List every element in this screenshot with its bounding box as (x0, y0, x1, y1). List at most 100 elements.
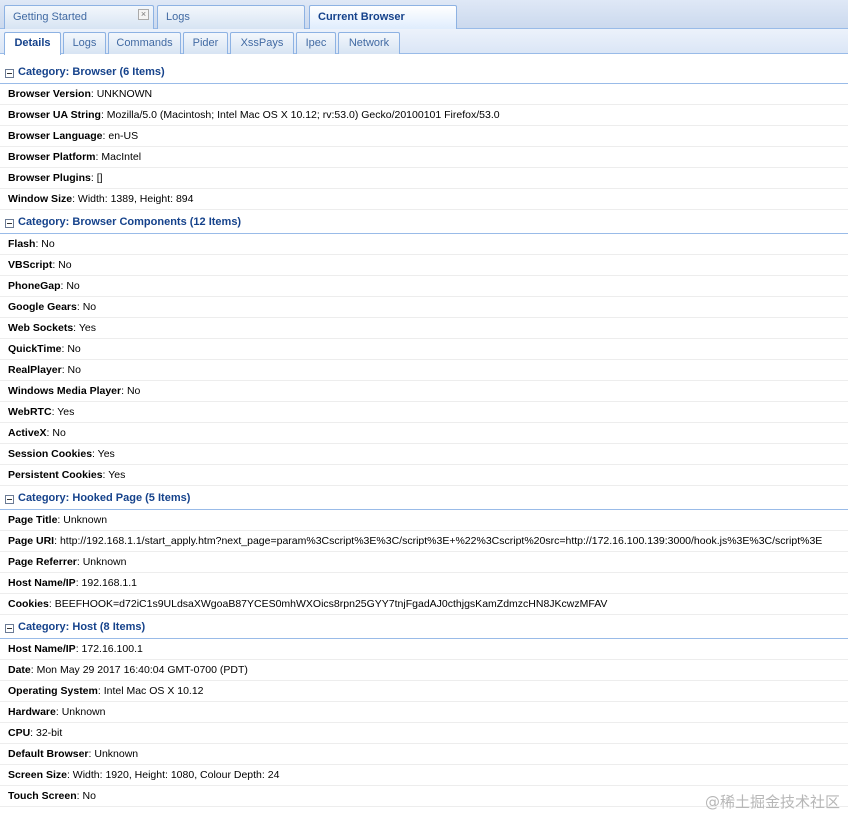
detail-row: ActiveX: No (0, 423, 848, 444)
category-title: Category: Host (8 Items) (18, 621, 146, 633)
detail-value: : 192.168.1.1 (75, 577, 137, 589)
detail-row: Window Size: Width: 1389, Height: 894 (0, 189, 848, 210)
detail-value: : No (61, 343, 81, 355)
detail-value: : Yes (102, 469, 126, 481)
detail-value: : Mon May 29 2017 16:40:04 GMT-0700 (PDT… (30, 664, 248, 676)
detail-key: RealPlayer (8, 364, 62, 376)
detail-key: Flash (8, 238, 36, 250)
top-tab-getting-started[interactable]: Getting Started × (4, 5, 154, 29)
category-header-browser-components[interactable]: Category: Browser Components (12 Items) (0, 212, 848, 234)
top-tab-current-browser[interactable]: Current Browser (309, 5, 457, 30)
detail-value: : Mozilla/5.0 (Macintosh; Intel Mac OS X… (100, 109, 500, 121)
detail-value: : No (52, 259, 72, 271)
collapse-icon[interactable] (5, 495, 14, 504)
detail-value: : Unknown (76, 556, 127, 568)
category-title: Category: Browser Components (12 Items) (18, 216, 242, 228)
collapse-icon[interactable] (5, 624, 14, 633)
tab-xsspays[interactable]: XssPays (230, 32, 294, 54)
details-panel: Category: Browser (6 Items) Browser Vers… (0, 60, 848, 818)
detail-key: Host Name/IP (8, 577, 76, 589)
tab-label: Commands (116, 37, 173, 49)
detail-value: : No (35, 238, 55, 250)
detail-key: Browser Version (8, 88, 91, 100)
category-header-hooked-page[interactable]: Category: Hooked Page (5 Items) (0, 488, 848, 510)
top-tab-bar: Getting Started × Logs Current Browser (0, 0, 848, 30)
detail-key: VBScript (8, 259, 53, 271)
tab-ipec[interactable]: Ipec (296, 32, 336, 54)
detail-key: CPU (8, 727, 31, 739)
detail-row: Host Name/IP: 192.168.1.1 (0, 573, 848, 594)
detail-key: WebRTC (8, 406, 52, 418)
tab-label: Network (348, 37, 390, 49)
detail-row: Page URI: http://192.168.1.1/start_apply… (0, 531, 848, 552)
top-tab-label: Current Browser (318, 11, 405, 23)
detail-key: Web Sockets (8, 322, 74, 334)
category-header-browser[interactable]: Category: Browser (6 Items) (0, 62, 848, 84)
detail-row: Browser Platform: MacIntel (0, 147, 848, 168)
detail-row: Date: Mon May 29 2017 16:40:04 GMT-0700 … (0, 660, 848, 681)
detail-key: Hardware (8, 706, 56, 718)
tab-pider[interactable]: Pider (183, 32, 228, 54)
top-tab-label: Logs (166, 11, 190, 23)
tab-label: Details (14, 37, 51, 49)
detail-key: Operating System (8, 685, 98, 697)
collapse-icon[interactable] (5, 219, 14, 228)
top-tab-label: Getting Started (13, 11, 87, 23)
detail-value: : No (61, 364, 81, 376)
collapse-icon[interactable] (5, 69, 14, 78)
detail-key: QuickTime (8, 343, 62, 355)
detail-key: Browser Language (8, 130, 103, 142)
detail-key: Date (8, 664, 31, 676)
tab-label: XssPays (240, 37, 284, 49)
detail-row: Default Browser: Unknown (0, 744, 848, 765)
detail-row: Flash: No (0, 234, 848, 255)
detail-key: Window Size (8, 193, 73, 205)
tab-commands[interactable]: Commands (108, 32, 181, 54)
detail-row: Browser UA String: Mozilla/5.0 (Macintos… (0, 105, 848, 126)
tab-details[interactable]: Details (4, 32, 61, 55)
detail-row: WebRTC: Yes (0, 402, 848, 423)
detail-row: Hardware: Unknown (0, 702, 848, 723)
detail-row: PhoneGap: No (0, 276, 848, 297)
detail-key: Browser Plugins (8, 172, 91, 184)
detail-key: Screen Size (8, 769, 67, 781)
detail-key: Windows Media Player (8, 385, 122, 397)
detail-value: : No (121, 385, 141, 397)
detail-key: ActiveX (8, 427, 47, 439)
detail-key: Cookies (8, 598, 49, 610)
detail-row: Cookies: BEEFHOOK=d72iC1s9ULdsaXWgoaB87Y… (0, 594, 848, 615)
detail-value: : 172.16.100.1 (75, 643, 143, 655)
tab-logs[interactable]: Logs (63, 32, 106, 54)
tab-network[interactable]: Network (338, 32, 400, 54)
detail-key: Default Browser (8, 748, 89, 760)
detail-value: : UNKNOWN (90, 88, 153, 100)
detail-row: Page Title: Unknown (0, 510, 848, 531)
detail-value: : No (76, 790, 96, 802)
close-icon[interactable]: × (138, 9, 149, 20)
detail-key: Page Title (8, 514, 58, 526)
detail-value: : Yes (92, 448, 115, 460)
detail-row: CPU: 32-bit (0, 723, 848, 744)
detail-key: Persistent Cookies (8, 469, 103, 481)
detail-key: Google Gears (8, 301, 77, 313)
detail-value: : BEEFHOOK=d72iC1s9ULdsaXWgoaB87YCES0mhW… (48, 598, 608, 610)
detail-row: Web Sockets: Yes (0, 318, 848, 339)
tab-label: Ipec (305, 37, 327, 49)
detail-value: : MacIntel (95, 151, 142, 163)
top-tab-logs[interactable]: Logs (157, 5, 305, 29)
sub-tab-bar: Details Logs Commands Pider XssPays Ipec… (0, 29, 848, 55)
detail-value: : Width: 1389, Height: 894 (72, 193, 194, 205)
detail-key: Session Cookies (8, 448, 93, 460)
detail-value: : Unknown (88, 748, 139, 760)
detail-value: : [] (90, 172, 103, 184)
detail-row: Windows Media Player: No (0, 381, 848, 402)
detail-row: Screen Size: Width: 1920, Height: 1080, … (0, 765, 848, 786)
detail-row: Page Referrer: Unknown (0, 552, 848, 573)
detail-row: Browser Plugins: [] (0, 168, 848, 189)
detail-key: Touch Screen (8, 790, 77, 802)
category-header-host[interactable]: Category: Host (8 Items) (0, 617, 848, 639)
detail-key: PhoneGap (8, 280, 61, 292)
detail-key: Browser Platform (8, 151, 96, 163)
detail-value: : 32-bit (30, 727, 63, 739)
detail-value: : en-US (102, 130, 139, 142)
